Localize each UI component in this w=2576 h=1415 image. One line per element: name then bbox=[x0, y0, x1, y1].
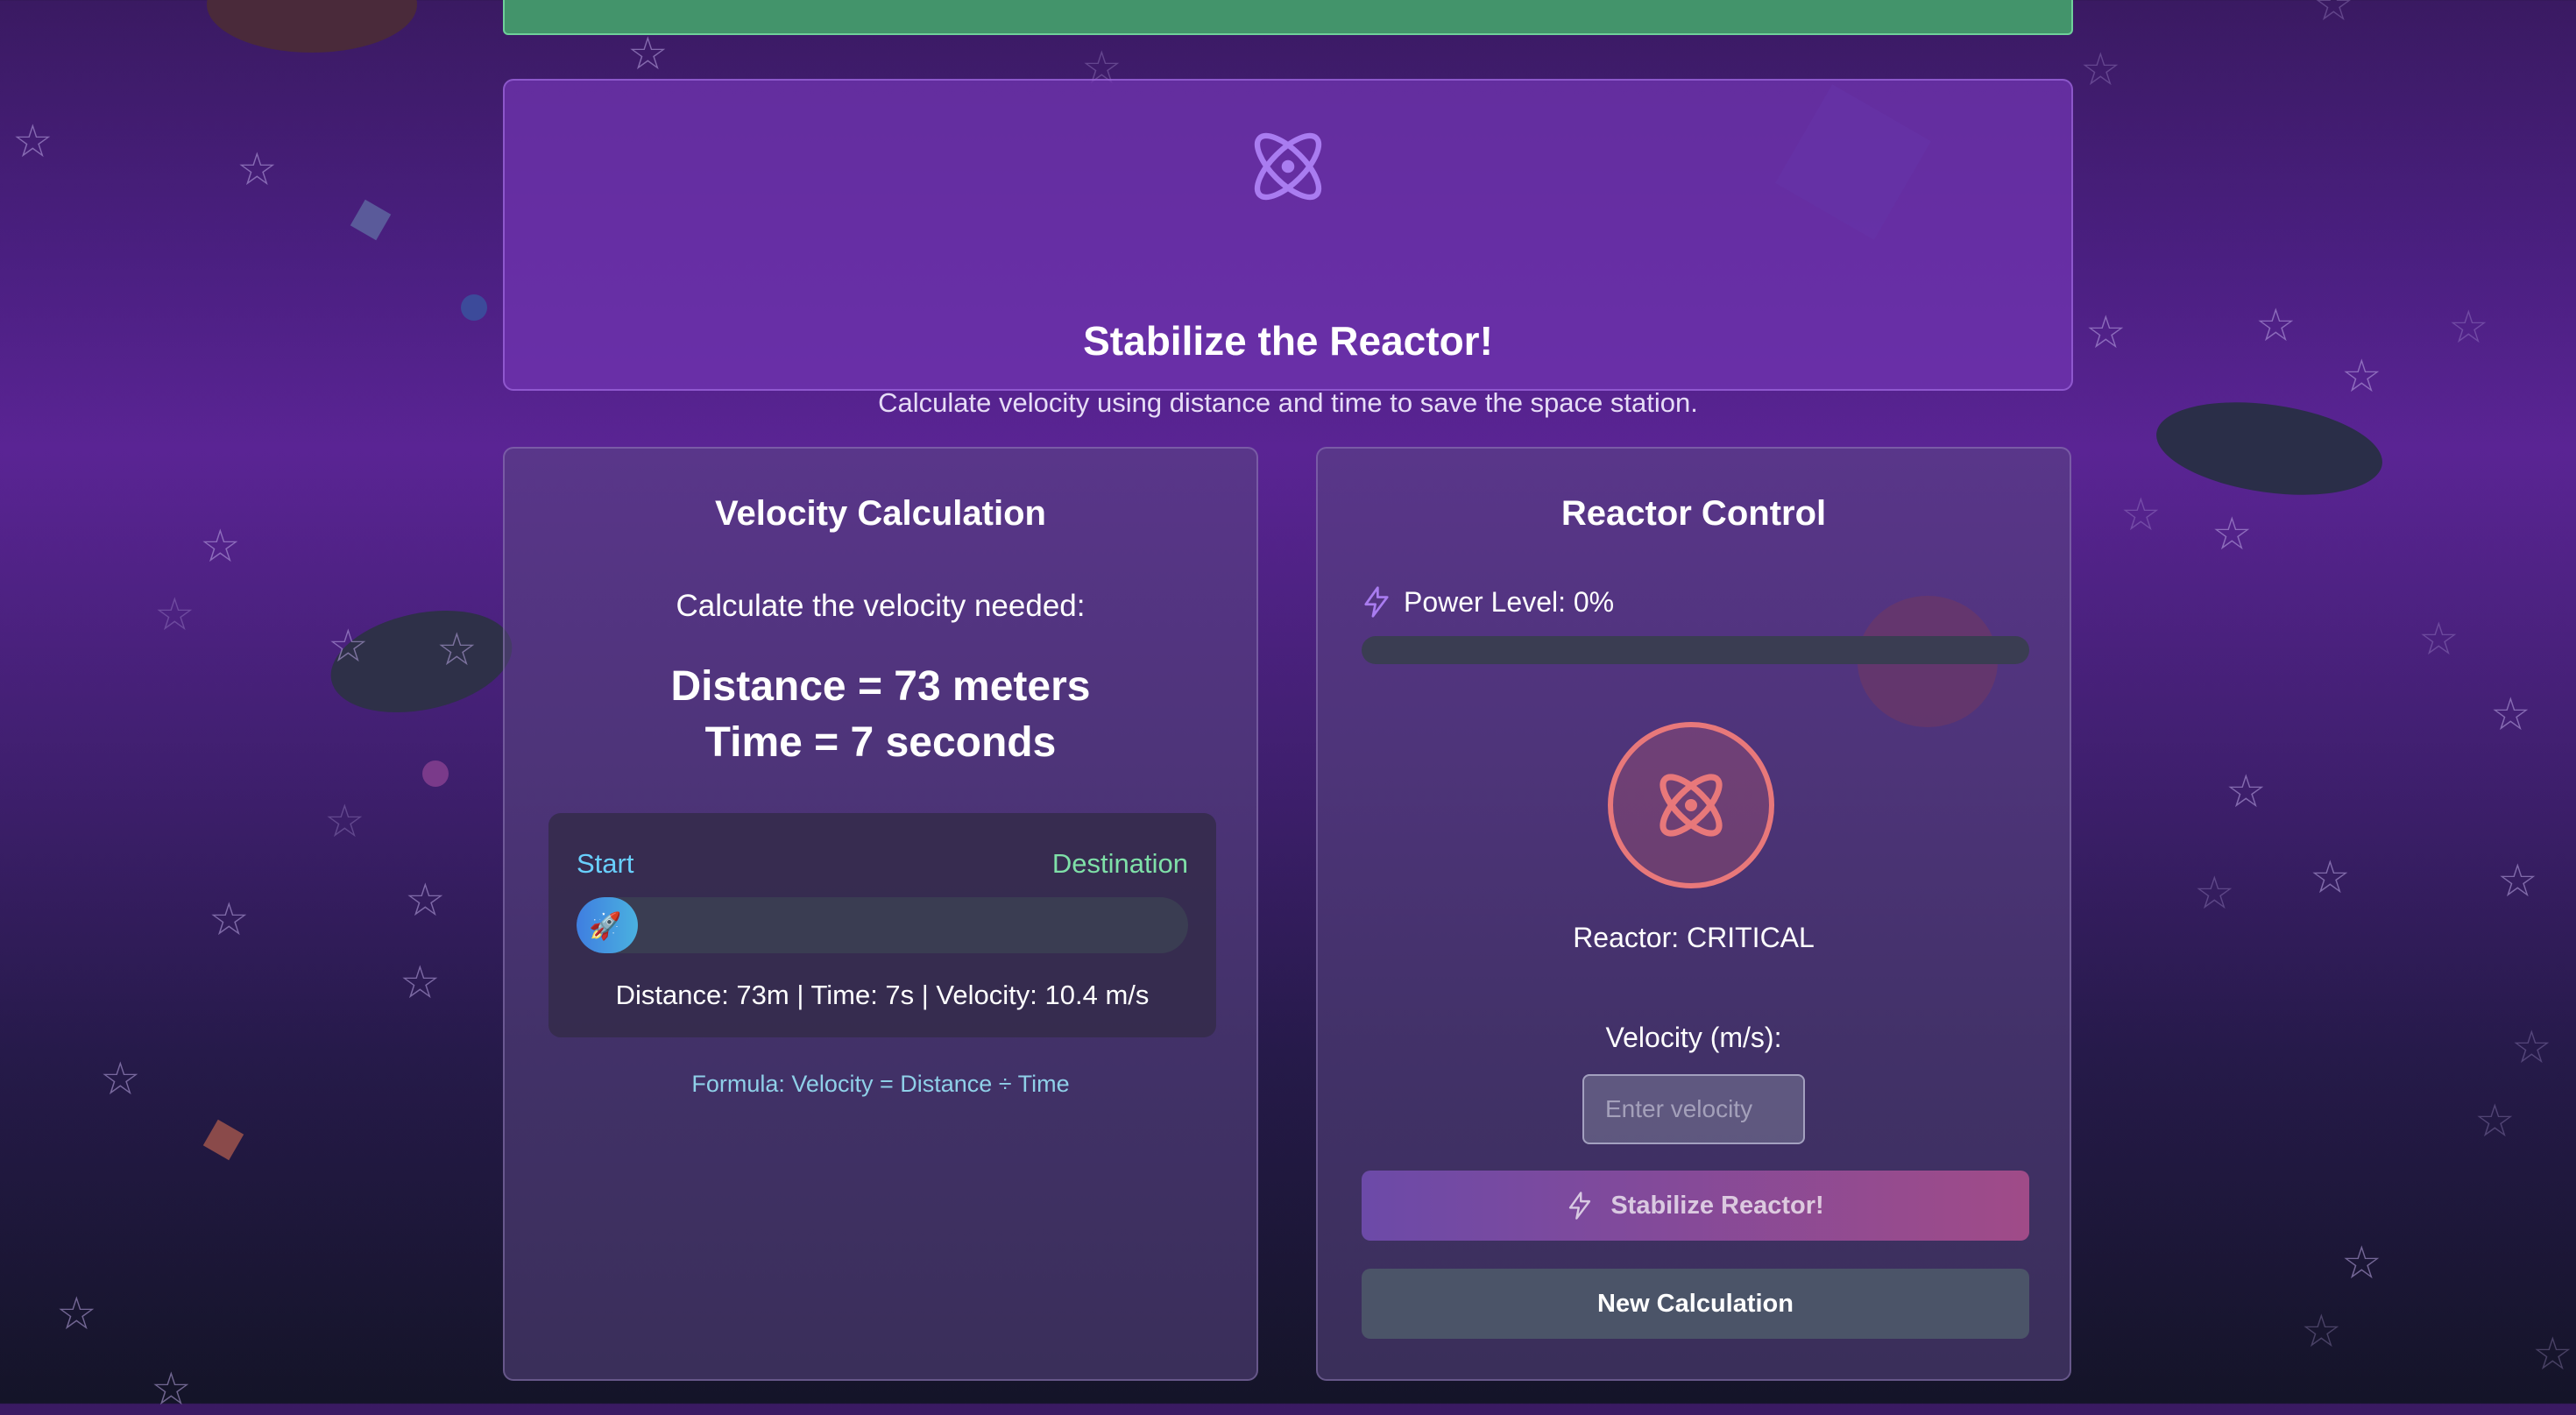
panel-title: Velocity Calculation bbox=[715, 494, 1046, 533]
star-icon: ☆ bbox=[2080, 45, 2121, 96]
page-subtitle: Calculate velocity using distance and ti… bbox=[878, 387, 1698, 418]
power-level-bar bbox=[1362, 636, 2029, 664]
star-icon: ☆ bbox=[2120, 490, 2162, 541]
journey-info: Distance: 73m | Time: 7s | Velocity: 10.… bbox=[615, 980, 1150, 1010]
velocity-input-label: Velocity (m/s): bbox=[1605, 1022, 1782, 1053]
power-level-row: Power Level: 0% bbox=[1362, 585, 1614, 619]
stabilize-button-label: Stabilize Reactor! bbox=[1610, 1191, 1824, 1220]
star-icon: ☆ bbox=[2511, 1022, 2552, 1073]
planet-decoration bbox=[2150, 389, 2388, 508]
star-icon: ☆ bbox=[56, 1289, 97, 1340]
top-status-bar bbox=[503, 0, 2073, 35]
dot-decoration bbox=[461, 294, 487, 321]
diamond-decoration bbox=[202, 1119, 244, 1161]
rocket-icon: 🚀 bbox=[589, 912, 622, 941]
planet-decoration bbox=[207, 0, 417, 53]
star-icon: ☆ bbox=[324, 796, 365, 847]
track-destination-label: Destination bbox=[1051, 848, 1188, 879]
star-icon: ☆ bbox=[2341, 351, 2382, 402]
new-calculation-button[interactable]: New Calculation bbox=[1362, 1269, 2029, 1339]
reactor-status: Reactor: CRITICAL bbox=[1573, 922, 1815, 953]
star-icon: ☆ bbox=[2418, 614, 2459, 665]
lightning-icon bbox=[1569, 1192, 1591, 1220]
star-icon: ☆ bbox=[154, 590, 195, 640]
problem-prompt: Calculate the velocity needed: bbox=[676, 589, 1086, 623]
star-icon: ☆ bbox=[12, 117, 53, 167]
star-icon: ☆ bbox=[151, 1364, 192, 1415]
atom-icon bbox=[1660, 774, 1723, 837]
star-icon: ☆ bbox=[2313, 0, 2354, 31]
time-value: Time = 7 seconds bbox=[704, 719, 1057, 766]
star-icon: ☆ bbox=[436, 625, 478, 676]
reactor-control-panel: Reactor Control Power Level: 0% Reactor:… bbox=[1316, 447, 2071, 1381]
star-icon: ☆ bbox=[2448, 302, 2489, 353]
journey-track-box: Start Destination 🚀 Distance: 73m | Time… bbox=[548, 813, 1216, 1037]
formula-hint: Formula: Velocity = Distance ÷ Time bbox=[691, 1071, 1070, 1097]
journey-progress-track: 🚀 bbox=[577, 897, 1188, 953]
atom-icon bbox=[1254, 132, 1322, 201]
page-title: Stabilize the Reactor! bbox=[1083, 318, 1493, 364]
star-icon: ☆ bbox=[2194, 868, 2235, 919]
star-icon: ☆ bbox=[2226, 767, 2267, 817]
velocity-input[interactable] bbox=[1582, 1074, 1805, 1144]
panel-title: Reactor Control bbox=[1560, 494, 1827, 533]
dot-decoration bbox=[422, 761, 449, 787]
star-icon: ☆ bbox=[2310, 853, 2351, 903]
star-icon: ☆ bbox=[100, 1054, 141, 1105]
star-icon: ☆ bbox=[2212, 509, 2253, 560]
reactor-core bbox=[1608, 722, 1774, 888]
velocity-calculation-panel: Velocity Calculation Calculate the veloc… bbox=[503, 447, 1258, 1381]
star-icon: ☆ bbox=[2255, 301, 2296, 351]
diamond-decoration bbox=[350, 199, 392, 241]
lightning-icon bbox=[1364, 586, 1389, 618]
star-icon: ☆ bbox=[2532, 1329, 2573, 1380]
distance-value: Distance = 73 meters bbox=[670, 663, 1091, 710]
star-icon: ☆ bbox=[2474, 1096, 2516, 1147]
star-icon: ☆ bbox=[209, 895, 250, 945]
star-icon: ☆ bbox=[328, 621, 369, 672]
star-icon: ☆ bbox=[400, 958, 441, 1008]
star-icon: ☆ bbox=[237, 145, 278, 195]
star-icon: ☆ bbox=[2490, 690, 2531, 740]
star-icon: ☆ bbox=[2301, 1306, 2342, 1357]
star-icon: ☆ bbox=[2085, 308, 2127, 358]
star-icon: ☆ bbox=[627, 29, 669, 80]
stabilize-reactor-button[interactable]: Stabilize Reactor! bbox=[1362, 1171, 2029, 1241]
mission-header: Stabilize the Reactor! Calculate velocit… bbox=[503, 79, 2073, 418]
track-start-label: Start bbox=[577, 848, 634, 879]
planet-decoration bbox=[321, 595, 522, 728]
star-icon: ☆ bbox=[2341, 1238, 2382, 1289]
star-icon: ☆ bbox=[2497, 856, 2538, 907]
star-icon: ☆ bbox=[200, 521, 241, 572]
star-icon: ☆ bbox=[405, 875, 446, 926]
power-level-label: Power Level: 0% bbox=[1404, 585, 1615, 618]
